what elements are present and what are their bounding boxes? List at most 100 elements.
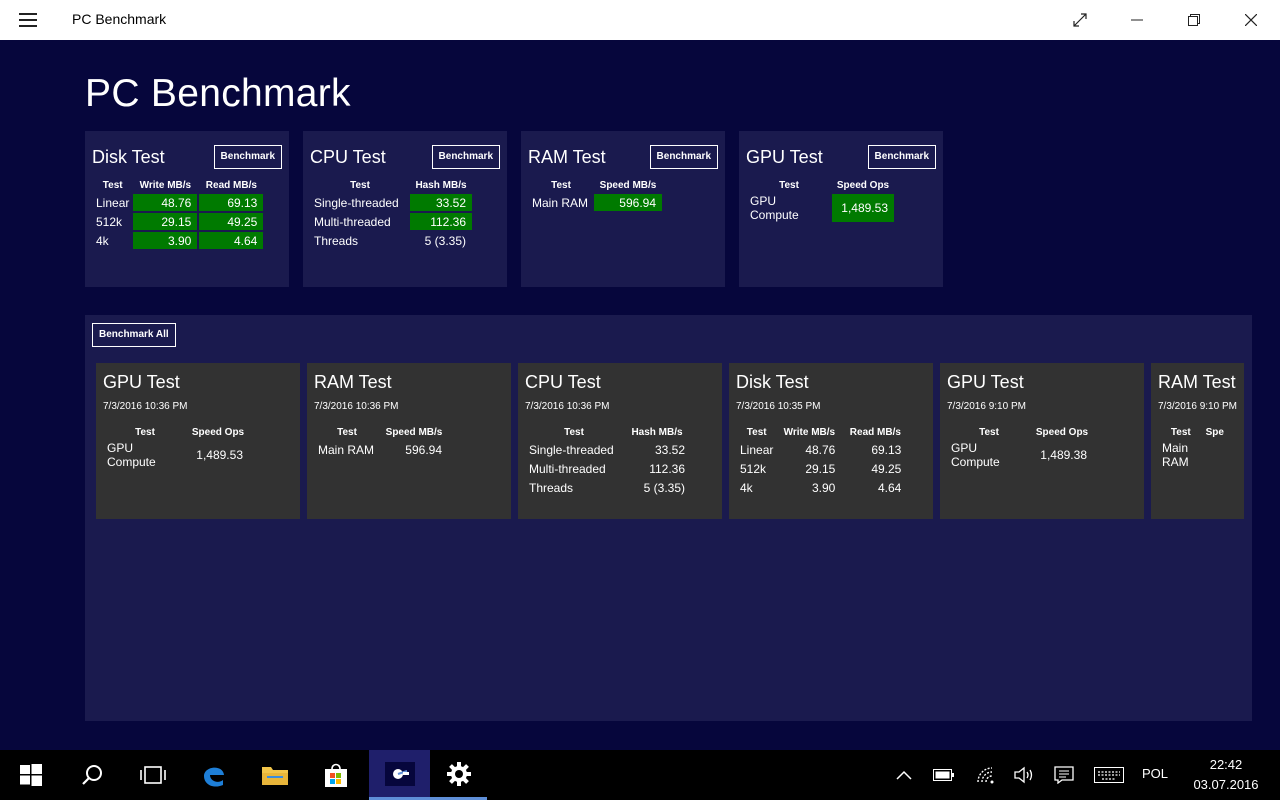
history-date: 7/3/2016 10:36 PM	[525, 401, 610, 412]
task-view-button[interactable]	[122, 750, 183, 800]
expand-icon	[1072, 13, 1087, 27]
history-date: 7/3/2016 10:36 PM	[103, 401, 188, 412]
write-value: 3.90	[812, 480, 836, 495]
search-button[interactable]	[61, 750, 122, 800]
cpu-benchmark-button[interactable]: Benchmark	[431, 145, 500, 169]
history-card: GPU Test 7/3/2016 10:36 PM Test Speed Ops…	[96, 363, 300, 519]
test-name: 512k	[96, 214, 123, 229]
column-header: Speed MB/s	[599, 179, 657, 191]
column-header: Spe	[1205, 426, 1224, 438]
history-results-table: Test Write MB/s Read MB/s Linear 48.76 69.13…	[736, 423, 909, 498]
table-row: Threads 5 (3.35)	[527, 479, 691, 496]
read-value: 69.13	[199, 194, 264, 211]
taskbar: POL 22:42 03.07.2016	[0, 750, 1280, 800]
result-value: 1,489.38	[1040, 448, 1087, 462]
history-card: RAM Test 7/3/2016 9:10 PM Test Spe Main R…	[1151, 363, 1244, 519]
task-view-icon	[139, 766, 166, 784]
pc-benchmark-taskbar-button[interactable]	[369, 750, 430, 800]
fullscreen-button[interactable]	[1051, 0, 1108, 40]
gpu-benchmark-button[interactable]: Benchmark	[867, 145, 936, 169]
restore-button[interactable]	[1165, 0, 1222, 40]
show-hidden-icons-button[interactable]	[890, 750, 918, 800]
battery-icon	[933, 769, 954, 781]
table-row: 512k 29.15 49.25	[738, 460, 907, 477]
column-header: Test	[135, 426, 155, 438]
battery-button[interactable]	[928, 750, 960, 800]
column-header: Read MB/s	[849, 426, 901, 438]
gpu-test-card: GPU Test Benchmark Test Speed Ops GPU Co…	[739, 131, 943, 287]
read-value: 49.25	[199, 213, 264, 230]
history-card: RAM Test 7/3/2016 10:36 PM Test Speed MB/…	[307, 363, 511, 519]
action-center-button[interactable]	[1048, 750, 1080, 800]
close-button[interactable]	[1222, 0, 1279, 40]
history-card: Disk Test 7/3/2016 10:35 PM Test Write MB…	[729, 363, 933, 519]
table-row: Single-threaded 33.52	[527, 441, 691, 458]
table-row: Single-threaded 33.52	[312, 194, 472, 211]
touch-keyboard-button[interactable]	[1090, 750, 1128, 800]
disk-benchmark-button[interactable]: Benchmark	[213, 145, 282, 169]
input-language[interactable]: POL	[1142, 766, 1168, 781]
table-row: Linear 48.76 69.13	[94, 194, 264, 211]
test-name: Main RAM	[1162, 441, 1189, 469]
minimize-icon	[1130, 19, 1143, 21]
history-panel[interactable]: Benchmark All GPU Test 7/3/2016 10:36 PM…	[85, 315, 1252, 721]
read-value: 4.64	[878, 480, 902, 495]
table-row: GPU Compute 1,489.38	[949, 441, 1093, 469]
table-row: Threads 5 (3.35)	[312, 232, 472, 249]
test-name: Multi-threaded	[314, 214, 391, 229]
settings-button[interactable]	[430, 750, 487, 800]
page-title: PC Benchmark	[85, 72, 351, 115]
column-header: Test	[350, 179, 370, 191]
card-title: Disk Test	[92, 147, 165, 167]
column-header: Read MB/s	[205, 179, 257, 191]
volume-button[interactable]	[1008, 750, 1040, 800]
store-button[interactable]	[305, 750, 366, 800]
column-header: Test	[551, 179, 571, 191]
start-button[interactable]	[0, 750, 61, 800]
table-row: Multi-threaded 112.36	[527, 460, 691, 477]
column-header: Test	[564, 426, 584, 438]
gear-icon	[446, 761, 471, 786]
cpu-test-card: CPU Test Benchmark Test Hash MB/s Single…	[303, 131, 507, 287]
column-header: Write MB/s	[139, 179, 192, 191]
disk-test-card: Disk Test Benchmark Test Write MB/s Read…	[85, 131, 289, 287]
column-header: Test	[779, 179, 799, 191]
edge-button[interactable]	[183, 750, 244, 800]
hamburger-menu-icon[interactable]	[19, 13, 37, 27]
result-value: 1,489.53	[196, 448, 243, 462]
table-row: 4k 3.90 4.64	[738, 479, 907, 496]
minimize-button[interactable]	[1108, 0, 1165, 40]
read-value: 49.25	[871, 461, 902, 476]
column-header: Test	[102, 179, 123, 191]
benchmark-all-button[interactable]: Benchmark All	[92, 323, 176, 347]
clock[interactable]: 22:42 03.07.2016	[1180, 755, 1272, 795]
card-title: RAM Test	[314, 372, 392, 392]
test-name: GPU Compute	[107, 441, 156, 469]
ram-benchmark-button[interactable]: Benchmark	[649, 145, 718, 169]
history-card: GPU Test 7/3/2016 9:10 PM Test Speed Ops …	[940, 363, 1144, 519]
network-button[interactable]	[970, 750, 1002, 800]
test-name: 4k	[740, 480, 753, 495]
hash-value: 112.36	[410, 213, 472, 230]
search-icon	[81, 765, 102, 785]
table-row: GPU Compute 1,489.53	[748, 194, 894, 222]
window-title: PC Benchmark	[72, 11, 167, 27]
speed-value: 1,489.53	[832, 194, 894, 222]
test-name: 4k	[96, 233, 109, 248]
column-header: Write MB/s	[783, 426, 836, 438]
test-name: Main RAM	[318, 442, 375, 457]
test-name: Single-threaded	[529, 442, 614, 457]
result-value: 33.52	[654, 442, 685, 457]
cpu-results-table: Test Hash MB/s Single-threaded 33.52 Mul…	[310, 176, 474, 251]
ram-test-card: RAM Test Benchmark Test Speed MB/s Main …	[521, 131, 725, 287]
result-value: 112.36	[649, 461, 685, 476]
write-value: 29.15	[805, 461, 836, 476]
close-icon	[1244, 14, 1257, 26]
card-title: GPU Test	[947, 372, 1024, 392]
ram-results-table: Test Speed MB/s Main RAM 596.94	[528, 176, 664, 213]
disk-results-table: Test Write MB/s Read MB/s Linear 48.76 6…	[92, 176, 265, 251]
folder-icon	[261, 767, 288, 785]
file-explorer-button[interactable]	[244, 750, 305, 800]
store-bag-icon	[324, 763, 347, 787]
windows-logo-icon	[19, 764, 42, 786]
